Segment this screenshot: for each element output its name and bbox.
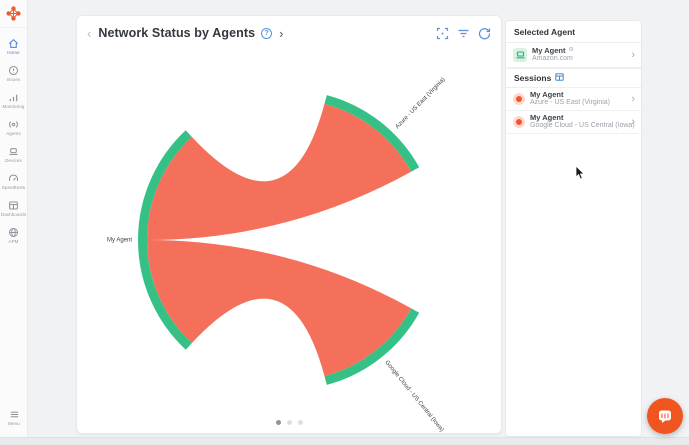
session-title: My Agent: [530, 90, 563, 99]
session-row-azure[interactable]: My Agent Azure - US East (Virginia) ›: [506, 88, 641, 111]
sidebar-item-label: Speedtests: [2, 185, 26, 190]
chord-diagram[interactable]: My AgentAzure - US East (Virginia)Google…: [77, 16, 503, 435]
sessions-header: Sessions: [506, 68, 641, 88]
chevron-right-icon: ›: [631, 117, 635, 128]
pagination-dot[interactable]: [276, 420, 281, 425]
sidebar-item-label: APM: [8, 239, 18, 244]
session-title: My Agent: [530, 113, 563, 122]
sidebar-item-apm[interactable]: APM: [0, 222, 28, 249]
chat-button[interactable]: [647, 398, 683, 434]
devices-icon: [8, 146, 19, 157]
monitoring-icon: [8, 92, 19, 103]
session-status-icon: [513, 116, 525, 128]
menu-icon: [9, 409, 20, 420]
dashboards-icon: [8, 200, 19, 211]
details-panel: Selected Agent My Agent ⚙ Amazon.com › S…: [505, 20, 642, 437]
chord-node-label: Azure - US East (Virginia): [395, 77, 447, 131]
sidebar-item-label: Dashboards: [1, 212, 26, 217]
logo-network-icon: [6, 6, 21, 21]
footer-bar: [0, 437, 689, 445]
sidebar-item-label: Home: [7, 50, 19, 55]
sidebar-item-label: Issues: [7, 77, 21, 82]
pagination-dots: [77, 420, 501, 425]
chevron-right-icon: ›: [631, 94, 635, 105]
selected-agent-subtitle: Amazon.com: [532, 55, 574, 64]
sidebar-item-home[interactable]: Home: [0, 33, 28, 60]
apm-icon: [8, 227, 19, 238]
agent-icon: [513, 48, 527, 62]
sidebar-item-speedtests[interactable]: Speedtests: [0, 168, 28, 195]
sidebar-item-dashboards[interactable]: Dashboards: [0, 195, 28, 222]
sidebar-item-label: Menu: [8, 421, 20, 426]
chat-icon: [657, 408, 673, 424]
sidebar-item-menu[interactable]: Menu: [0, 404, 28, 431]
chevron-right-icon: ›: [631, 50, 635, 61]
agents-icon: [8, 119, 19, 130]
gear-icon[interactable]: ⚙: [568, 47, 573, 55]
sidebar-item-agents[interactable]: Agents: [0, 114, 28, 141]
sidebar: Home Issues Monitoring Agents Devices Sp…: [0, 0, 28, 437]
home-icon: [8, 38, 19, 49]
sidebar-item-label: Monitoring: [2, 104, 24, 109]
session-status-icon: [513, 93, 525, 105]
selected-agent-title: My Agent: [532, 46, 565, 55]
issues-icon: [8, 65, 19, 76]
selected-agent-header: Selected Agent: [506, 21, 641, 43]
speedtests-icon: [8, 173, 19, 184]
selected-agent-row[interactable]: My Agent ⚙ Amazon.com ›: [506, 43, 641, 68]
session-subtitle: Google Cloud - US Central (Iowa): [530, 122, 631, 131]
sidebar-item-issues[interactable]: Issues: [0, 60, 28, 87]
session-row-google[interactable]: My Agent Google Cloud - US Central (Iowa…: [506, 111, 641, 134]
pagination-dot[interactable]: [298, 420, 303, 425]
sidebar-item-monitoring[interactable]: Monitoring: [0, 87, 28, 114]
sidebar-item-label: Devices: [5, 158, 22, 163]
session-subtitle: Azure - US East (Virginia): [530, 99, 610, 108]
pagination-dot[interactable]: [287, 420, 292, 425]
sidebar-nav: Home Issues Monitoring Agents Devices Sp…: [0, 28, 27, 249]
sidebar-item-devices[interactable]: Devices: [0, 141, 28, 168]
chart-card: ‹ Network Status by Agents ? › My AgentA…: [76, 15, 502, 434]
app-logo[interactable]: [0, 0, 27, 28]
table-icon[interactable]: [555, 73, 564, 83]
sessions-header-label: Sessions: [514, 73, 551, 83]
chord-node-label: My Agent: [107, 238, 132, 244]
sidebar-item-label: Agents: [6, 131, 21, 136]
